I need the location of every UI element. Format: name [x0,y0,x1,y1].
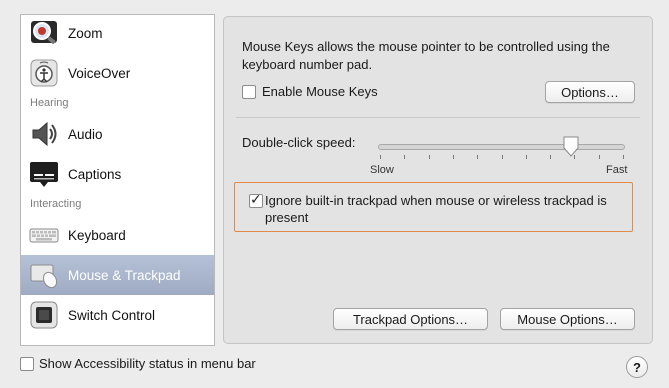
keyboard-icon [29,228,59,243]
slider-tick [574,155,576,159]
show-status-label: Show Accessibility status in menu bar [39,356,256,371]
captions-icon [30,162,58,187]
sidebar-item-label: Zoom [68,25,103,41]
section-header-hearing: Hearing [30,97,69,109]
sidebar-item-zoom[interactable]: Zoom [21,15,214,53]
sidebar-item-label: Switch Control [68,307,156,323]
divider [236,117,640,118]
voiceover-icon [30,59,58,87]
slider-tick [477,155,479,159]
slider-tick [428,155,430,159]
trackpad-options-button[interactable]: Trackpad Options… [333,308,488,330]
sidebar-item-label: Captions [68,166,122,182]
mouse-keys-description: Mouse Keys allows the mouse pointer to b… [242,39,610,72]
options-button[interactable]: Options… [545,81,635,103]
sidebar: Zoom VoiceOver Hearing Audio Captions In… [20,14,215,346]
section-header-interacting: Interacting [30,198,82,210]
sidebar-item-label: Audio [68,126,103,142]
sidebar-item-label: Mouse & Trackpad [68,267,181,283]
slider-max-label: Fast [606,164,628,176]
ignore-trackpad-row[interactable]: Ignore built-in trackpad when mouse or w… [249,191,629,226]
slider-tick [623,155,624,159]
sidebar-item-voiceover[interactable]: VoiceOver [21,53,214,93]
ignore-trackpad-label: Ignore built-in trackpad when mouse or w… [265,193,607,225]
double-click-speed-label: Double-click speed: [242,135,355,150]
help-button[interactable]: ? [626,356,648,378]
ignore-trackpad-highlight: Ignore built-in trackpad when mouse or w… [234,182,633,232]
slider-tick [404,155,406,159]
slider-tick [380,155,381,159]
settings-panel: Mouse Keys allows the mouse pointer to b… [223,16,653,344]
mouse-options-button[interactable]: Mouse Options… [500,308,635,330]
slider-tick [550,155,552,159]
show-status-checkbox[interactable] [20,356,34,371]
sidebar-item-label: Keyboard [68,227,126,243]
slider-thumb[interactable] [562,136,580,158]
slider-min-label: Slow [370,164,394,176]
mouse-trackpad-icon [30,264,58,289]
slider-tick [452,155,454,159]
sidebar-item-keyboard[interactable]: Keyboard [21,215,214,255]
sidebar-item-captions[interactable]: Captions [21,154,214,194]
sidebar-item-mouse-trackpad[interactable]: Mouse & Trackpad [21,255,214,295]
speaker-icon [32,121,57,147]
sidebar-item-audio[interactable]: Audio [21,114,214,154]
zoom-icon [31,21,57,44]
ignore-trackpad-checkbox[interactable] [249,191,263,208]
sidebar-item-label: VoiceOver [68,65,131,81]
double-click-speed-slider[interactable] [378,144,625,150]
slider-tick [525,155,527,159]
slider-tick [501,155,503,159]
sidebar-item-switch-control[interactable]: Switch Control [21,295,214,335]
enable-mouse-keys-checkbox[interactable] [242,84,256,99]
enable-mouse-keys-label: Enable Mouse Keys [262,84,378,99]
double-click-speed-text: Double-click speed: [242,135,356,150]
show-status-row[interactable]: Show Accessibility status in menu bar [20,356,256,371]
enable-mouse-keys-row[interactable]: Enable Mouse Keys [242,84,378,99]
slider-tick [598,155,600,159]
switch-control-icon [30,301,58,329]
